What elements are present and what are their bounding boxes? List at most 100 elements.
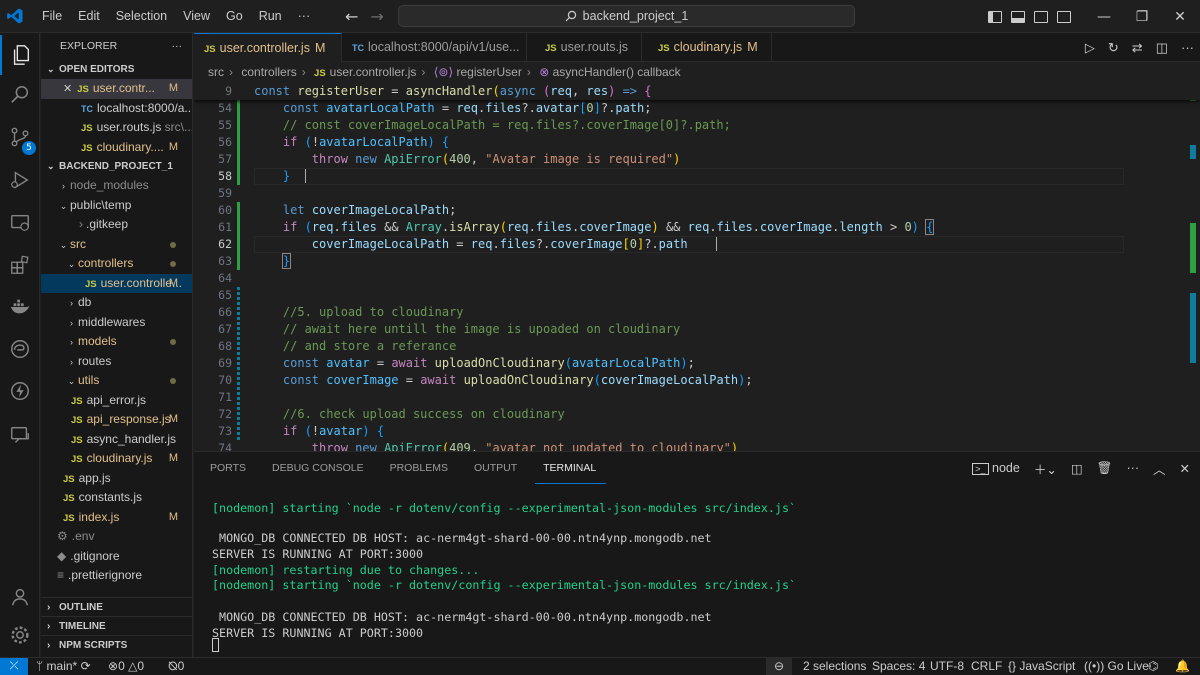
panel-tab-output[interactable]: OUTPUT: [466, 452, 527, 484]
edge-browser-icon[interactable]: [0, 329, 40, 369]
file-gitkeep[interactable]: › .gitkeep: [41, 215, 192, 235]
open-editor-user-controller[interactable]: ✕ JS user.contr... M: [41, 79, 192, 99]
code-line[interactable]: 72 //6. check upload success on cloudina…: [194, 406, 1194, 423]
restore-icon[interactable]: ❐: [1123, 9, 1161, 25]
eol-status[interactable]: CRLF: [971, 658, 1002, 675]
breadcrumb-controllers[interactable]: controllers: [241, 65, 296, 79]
code-line[interactable]: 70 const coverImage = await uploadOnClou…: [194, 372, 1194, 389]
menu-view[interactable]: View: [175, 9, 218, 23]
open-editor-cloudinary[interactable]: JS cloudinary.... M: [41, 138, 192, 158]
command-center-search[interactable]: backend_project_1: [398, 5, 855, 27]
menu-selection[interactable]: Selection: [108, 9, 175, 23]
zoom-icon[interactable]: ⊖: [766, 658, 793, 675]
close-window-icon[interactable]: ✕: [1161, 9, 1199, 25]
file-gitignore[interactable]: ◆ .gitignore: [41, 547, 192, 567]
code-line[interactable]: 56 if (!avatarLocalPath) {: [194, 134, 1194, 151]
live-share-icon[interactable]: [0, 415, 40, 455]
file-constants[interactable]: JS constants.js: [41, 488, 192, 508]
encoding-status[interactable]: UTF-8: [930, 658, 964, 675]
panel-tab-ports[interactable]: PORTS: [202, 452, 256, 484]
file-env[interactable]: ⚙ .env: [41, 527, 192, 547]
file-api-response[interactable]: JS api_response.js M: [41, 410, 192, 430]
tab-user-routs[interactable]: JS user.routs.js: [527, 33, 642, 62]
remote-indicator-icon[interactable]: ⤫: [0, 658, 28, 675]
file-index[interactable]: JS index.js M: [41, 508, 192, 528]
tab-localhost[interactable]: TC localhost:8000/api/v1/use...: [342, 33, 527, 62]
customize-layout-icon[interactable]: [1057, 10, 1071, 23]
minimize-icon[interactable]: —: [1085, 9, 1123, 25]
panel-more-icon[interactable]: ···: [1127, 461, 1140, 475]
maximize-panel-icon[interactable]: ︿: [1153, 459, 1166, 478]
toggle-secondary-sidebar-icon[interactable]: [1034, 10, 1048, 23]
split-editor-icon[interactable]: ◫: [1156, 40, 1168, 56]
vscode-logo-icon[interactable]: [0, 0, 30, 33]
outline-section[interactable]: › OUTLINE: [41, 597, 192, 616]
folder-models[interactable]: › models: [41, 332, 192, 352]
remote-explorer-icon[interactable]: [0, 203, 40, 243]
settings-gear-icon[interactable]: [0, 615, 40, 655]
menu-edit[interactable]: Edit: [70, 9, 108, 23]
panel-tab-problems[interactable]: PROBLEMS: [382, 452, 458, 484]
copilot-icon[interactable]: ⌬: [1148, 658, 1158, 675]
git-branch-status[interactable]: ᛘ main* ⟳: [36, 658, 91, 675]
open-editor-user-routs[interactable]: JS user.routs.js src\...: [41, 118, 192, 138]
explorer-icon[interactable]: [0, 35, 40, 75]
menu-file[interactable]: File: [34, 9, 70, 23]
code-line[interactable]: 68 // and store a referance: [194, 338, 1194, 355]
explorer-more-icon[interactable]: ···: [172, 33, 183, 60]
back-arrow-icon[interactable]: ←: [345, 7, 358, 26]
sticky-scroll-line[interactable]: 9 const registerUser = asyncHandler(async…: [194, 83, 1200, 100]
npm-scripts-section[interactable]: › NPM SCRIPTS: [41, 635, 192, 654]
split-terminal-icon[interactable]: ◫: [1071, 461, 1083, 476]
code-line[interactable]: 73 if (!avatar) {: [194, 423, 1194, 440]
compare-changes-icon[interactable]: ⇄: [1132, 40, 1143, 56]
close-editor-icon[interactable]: ✕: [63, 83, 72, 95]
toggle-primary-sidebar-icon[interactable]: [988, 10, 1002, 23]
panel-tab-debug-console[interactable]: DEBUG CONSOLE: [264, 452, 374, 484]
problems-status[interactable]: ⊗0 △0: [108, 658, 144, 675]
breadcrumb-register-user[interactable]: registerUser: [457, 65, 522, 79]
code-line[interactable]: 64: [194, 270, 1194, 287]
file-api-error[interactable]: JS api_error.js: [41, 391, 192, 411]
code-line[interactable]: 71: [194, 389, 1194, 406]
close-panel-icon[interactable]: ✕: [1180, 461, 1190, 476]
open-editor-localhost[interactable]: TC localhost:8000/a...: [41, 99, 192, 119]
code-line[interactable]: 66 //5. upload to cloudinary: [194, 304, 1194, 321]
folder-middlewares[interactable]: › middlewares: [41, 313, 192, 333]
go-live-button[interactable]: ((•)) Go Live: [1084, 658, 1149, 675]
notifications-bell-icon[interactable]: 🔔: [1175, 658, 1190, 675]
code-line[interactable]: 57 throw new ApiError(400, "Avatar image…: [194, 151, 1194, 168]
file-cloudinary[interactable]: JS cloudinary.js M: [41, 449, 192, 469]
tab-user-controller[interactable]: JS user.controller.js M: [194, 33, 342, 62]
folder-db[interactable]: › db: [41, 293, 192, 313]
file-user-controller[interactable]: JS user.controlle... M: [41, 273, 192, 293]
docker-icon[interactable]: [0, 287, 40, 327]
terminal-selector[interactable]: >_ node: [972, 461, 1020, 475]
code-line[interactable]: 60 let coverImageLocalPath;: [194, 202, 1194, 219]
kill-terminal-icon[interactable]: 🗑: [1097, 461, 1113, 476]
toggle-panel-icon[interactable]: [1011, 10, 1025, 23]
breadcrumb-callback[interactable]: asyncHandler() callback: [553, 65, 681, 79]
file-prettierignore[interactable]: ≡ .prettierignore: [41, 566, 192, 586]
menu-run[interactable]: Run: [251, 9, 290, 23]
ports-status[interactable]: ⦰0: [168, 658, 184, 675]
folder-controllers[interactable]: ⌄ controllers: [41, 254, 192, 274]
run-code-icon[interactable]: ▷: [1085, 40, 1095, 56]
code-line[interactable]: 67 // await here untill the image is upo…: [194, 321, 1194, 338]
folder-public-temp[interactable]: ⌄ public\temp: [41, 196, 192, 216]
code-line[interactable]: 58 }: [194, 168, 1194, 185]
code-line[interactable]: 62 coverImageLocalPath = req.files?.cove…: [194, 236, 1194, 253]
code-line[interactable]: 59: [194, 185, 1194, 202]
code-line[interactable]: 69 const avatar = await uploadOnCloudina…: [194, 355, 1194, 372]
code-editor[interactable]: 9 const registerUser = asyncHandler(async…: [194, 83, 1200, 451]
run-debug-icon[interactable]: [0, 160, 40, 200]
new-terminal-icon[interactable]: ＋⌄: [1034, 459, 1057, 478]
terminal-cursor[interactable]: [212, 638, 219, 652]
timeline-section[interactable]: › TIMELINE: [41, 616, 192, 635]
extensions-icon[interactable]: [0, 245, 40, 285]
open-changes-icon[interactable]: ↻: [1108, 40, 1119, 56]
open-editors-section[interactable]: ⌄ OPEN EDITORS: [41, 60, 192, 79]
search-activity-icon[interactable]: [0, 75, 40, 115]
selections-status[interactable]: 2 selections: [803, 658, 866, 675]
forward-arrow-icon[interactable]: →: [370, 7, 383, 26]
